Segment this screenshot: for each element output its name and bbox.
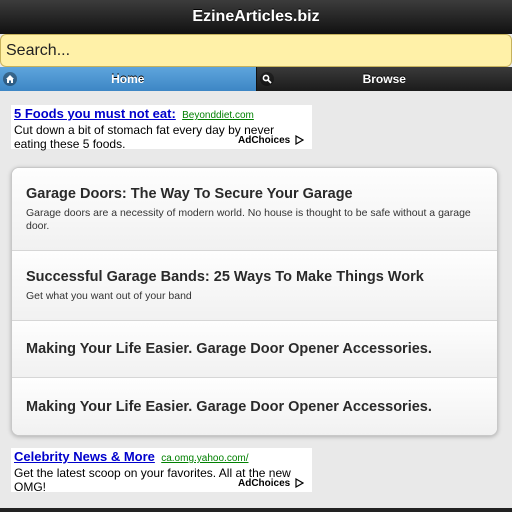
ad-url-link[interactable]: ca.omg.yahoo.com/	[161, 453, 248, 464]
nav-bar: Home Browse	[0, 67, 512, 91]
article-description: Garage doors are a necessity of modern w…	[26, 207, 471, 232]
ad-banner-bottom[interactable]: Celebrity News & More ca.omg.yahoo.com/ …	[11, 448, 312, 494]
nav-browse-tab[interactable]: Browse	[256, 67, 512, 91]
home-icon	[3, 72, 17, 86]
adchoices-label: AdChoices	[237, 135, 291, 146]
search-placeholder: Search...	[6, 42, 71, 59]
article-item[interactable]: Making Your Life Easier. Garage Door Ope…	[12, 378, 497, 435]
app-header: EzineArticles.biz	[0, 0, 512, 34]
ad-title-link[interactable]: 5 Foods you must not eat:	[14, 106, 176, 121]
article-title: Making Your Life Easier. Garage Door Ope…	[26, 398, 432, 415]
adchoices-link[interactable]: AdChoices	[238, 134, 304, 148]
article-title: Garage Doors: The Way To Secure Your Gar…	[26, 186, 353, 202]
nav-browse-label: Browse	[362, 72, 406, 86]
article-item[interactable]: Successful Garage Bands: 25 Ways To Make…	[12, 251, 497, 321]
article-item[interactable]: Making Your Life Easier. Garage Door Ope…	[12, 321, 497, 378]
page-title: EzineArticles.biz	[192, 8, 320, 25]
footer-bar	[0, 508, 512, 512]
adchoices-icon	[295, 478, 304, 489]
article-title: Making Your Life Easier. Garage Door Ope…	[26, 341, 432, 357]
adchoices-label: AdChoices	[237, 478, 291, 489]
search-input[interactable]: Search...	[0, 34, 512, 67]
adchoices-icon	[295, 135, 304, 146]
ad-title-link[interactable]: Celebrity News & More	[14, 449, 155, 464]
article-title: Successful Garage Bands: 25 Ways To Make…	[26, 269, 424, 285]
article-item[interactable]: Garage Doors: The Way To Secure Your Gar…	[12, 168, 497, 251]
search-icon	[259, 72, 274, 86]
adchoices-link[interactable]: AdChoices	[238, 477, 304, 491]
nav-home-tab[interactable]: Home	[0, 67, 257, 91]
article-description: Get what you want out of your band	[26, 290, 192, 302]
article-list: Garage Doors: The Way To Secure Your Gar…	[11, 167, 498, 436]
ad-url-link[interactable]: Beyonddiet.com	[182, 110, 254, 121]
nav-home-label: Home	[111, 72, 145, 86]
ad-banner-top[interactable]: 5 Foods you must not eat: Beyonddiet.com…	[11, 105, 312, 151]
